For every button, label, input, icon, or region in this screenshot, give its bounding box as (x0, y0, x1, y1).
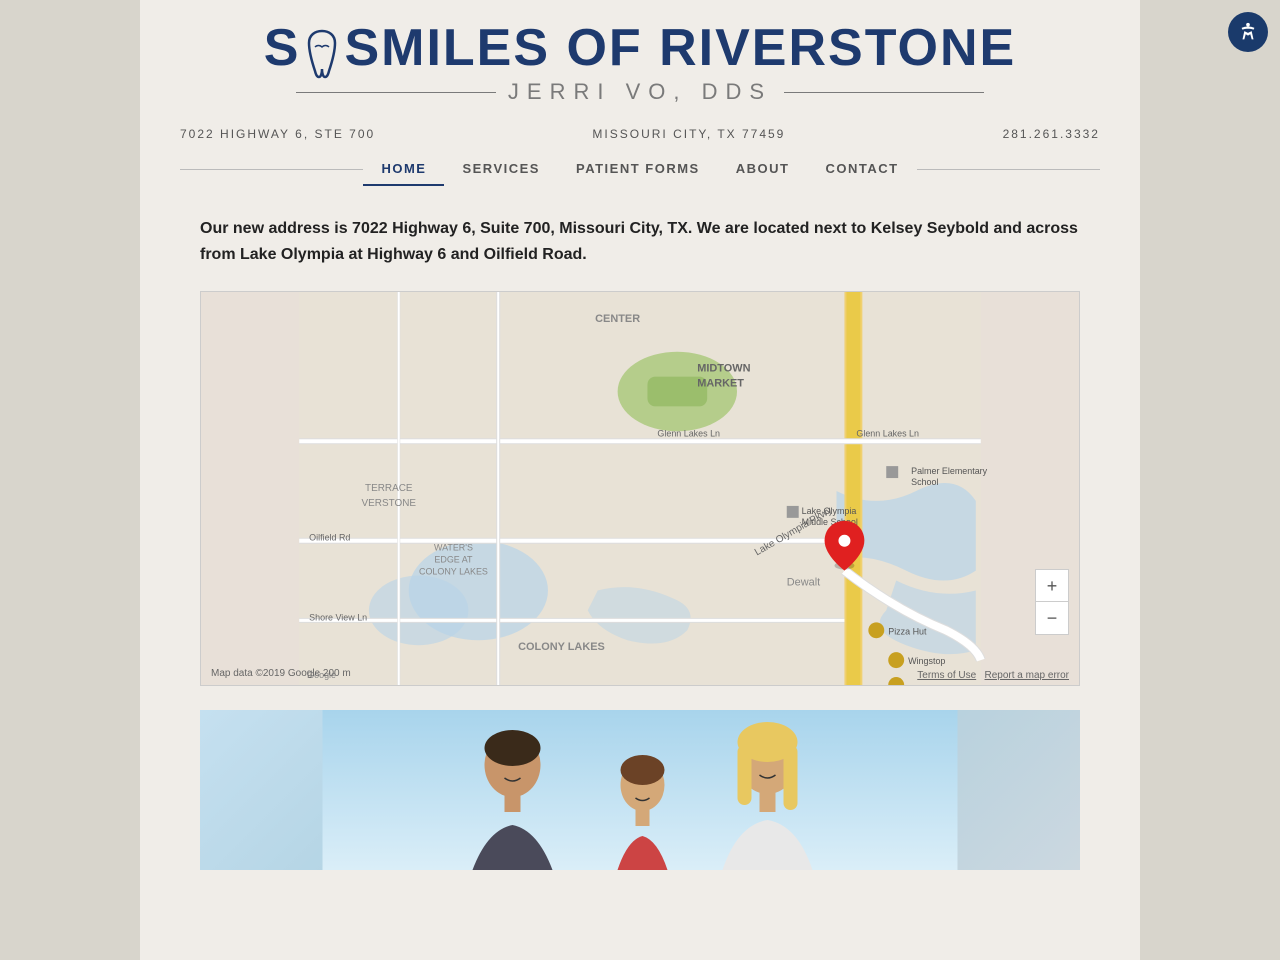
svg-text:Lake Olympia: Lake Olympia (802, 506, 857, 516)
accessibility-button[interactable] (1228, 12, 1268, 52)
page-wrapper: S SMILES OF RIVERSTONE JERRI VO, DDS 702… (140, 0, 1140, 960)
street-address: 7022 HIGHWAY 6, STE 700 (180, 127, 375, 141)
svg-text:Palmer Elementary: Palmer Elementary (911, 467, 988, 477)
subtitle-line-left (296, 92, 496, 93)
report-map-error-link[interactable]: Report a map error (985, 670, 1069, 681)
main-nav: HOME SERVICES PATIENT FORMS ABOUT CONTAC… (363, 153, 916, 186)
phone-number: 281.261.3332 (1003, 127, 1100, 141)
site-title: S SMILES OF RIVERSTONE (180, 20, 1100, 77)
svg-text:Glenn Lakes Ln: Glenn Lakes Ln (657, 429, 720, 439)
subtitle-line-right (784, 92, 984, 93)
address-bar: 7022 HIGHWAY 6, STE 700 MISSOURI CITY, T… (140, 115, 1140, 153)
nav-item-home[interactable]: HOME (363, 153, 444, 186)
nav-item-about[interactable]: ABOUT (718, 153, 808, 186)
zoom-out-button[interactable]: − (1036, 602, 1068, 634)
svg-text:TERRACE: TERRACE (365, 483, 413, 494)
svg-text:VERSTONE: VERSTONE (362, 498, 417, 509)
family-photo (200, 710, 1080, 870)
nav-line-right (917, 169, 1100, 170)
svg-text:COLONY LAKES: COLONY LAKES (518, 642, 605, 654)
svg-text:School: School (911, 477, 938, 487)
map-container[interactable]: Lake Olympia Pkwy Glenn Lakes Ln Glenn L… (200, 291, 1080, 686)
zoom-in-button[interactable]: + (1036, 570, 1068, 602)
svg-text:MIDTOWN: MIDTOWN (697, 363, 750, 375)
svg-text:MARKET: MARKET (697, 378, 744, 390)
logo-subtitle: JERRI VO, DDS (180, 79, 1100, 105)
svg-text:Oilfield Rd: Oilfield Rd (309, 533, 350, 543)
svg-text:CENTER: CENTER (595, 313, 640, 325)
svg-text:Glenn Lakes Ln: Glenn Lakes Ln (856, 429, 919, 439)
terms-of-use-link[interactable]: Terms of Use (917, 670, 976, 681)
accessibility-icon (1237, 21, 1259, 43)
svg-text:Pizza Hut: Pizza Hut (888, 627, 927, 637)
city-state-zip: MISSOURI CITY, TX 77459 (592, 127, 785, 141)
nav-item-patient-forms[interactable]: PATIENT FORMS (558, 153, 718, 186)
svg-text:EDGE AT: EDGE AT (434, 555, 473, 565)
svg-text:COLONY LAKES: COLONY LAKES (419, 567, 488, 577)
svg-text:Shore View Ln: Shore View Ln (309, 613, 367, 623)
nav-item-contact[interactable]: CONTACT (807, 153, 916, 186)
logo-s: S (264, 19, 301, 77)
logo-tooth-icon (300, 22, 344, 79)
map-zoom-controls: + − (1035, 569, 1069, 635)
svg-text:Wingstop: Wingstop (908, 657, 945, 667)
logo-text-rest: SMILES OF RIVERSTONE (344, 19, 1016, 77)
nav-wrapper: HOME SERVICES PATIENT FORMS ABOUT CONTAC… (140, 153, 1140, 186)
map-data-footer: Map data ©2019 Google 200 m (211, 663, 351, 681)
map-svg: Lake Olympia Pkwy Glenn Lakes Ln Glenn L… (201, 292, 1079, 685)
nav-item-services[interactable]: SERVICES (444, 153, 558, 186)
map-footer: Terms of Use Report a map error (917, 670, 1069, 681)
main-content: Our new address is 7022 Highway 6, Suite… (140, 186, 1140, 900)
logo-dds: JERRI VO, DDS (508, 79, 772, 105)
nav-line-left (180, 169, 363, 170)
site-header: S SMILES OF RIVERSTONE JERRI VO, DDS (140, 0, 1140, 115)
svg-text:Dewalt: Dewalt (787, 577, 820, 589)
svg-text:WATER'S: WATER'S (434, 543, 473, 553)
address-notice: Our new address is 7022 Highway 6, Suite… (200, 216, 1080, 267)
